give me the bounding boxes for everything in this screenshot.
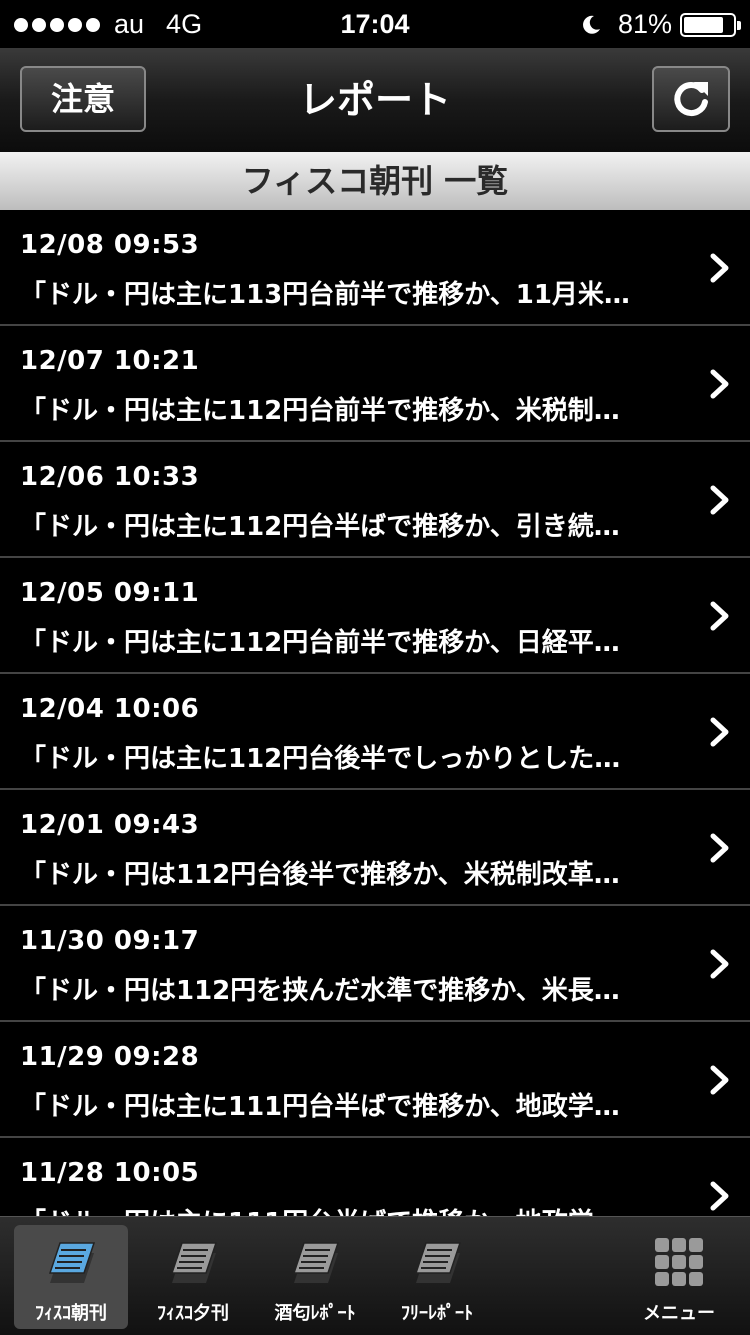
tab-1[interactable]: ﾌｨｽｺ夕刊	[136, 1225, 250, 1329]
chevron-right-icon	[710, 717, 729, 747]
report-title: 「ドル・円は主に112円台後半でしっかりとした…	[20, 744, 621, 774]
report-title: 「ドル・円は112円を挟んだ水準で推移か、米長…	[20, 976, 620, 1006]
report-row[interactable]: 12/05 09:11 「ドル・円は主に112円台前半で推移か、日経平…	[0, 558, 750, 674]
report-title: 「ドル・円は主に112円台前半で推移か、米税制…	[20, 396, 620, 426]
tab-label: メニュー	[643, 1303, 715, 1324]
report-title: 「ドル・円は112円台後半で推移か、米税制改革…	[20, 860, 620, 890]
battery-icon	[680, 12, 741, 37]
tab-label: ﾌﾘｰﾚﾎﾟｰﾄ	[401, 1303, 473, 1324]
report-date: 11/30 09:17	[20, 926, 200, 956]
navigation-bar: レポート 注意	[0, 48, 750, 153]
report-row[interactable]: 11/30 09:17 「ドル・円は112円を挟んだ水準で推移か、米長…	[0, 906, 750, 1022]
newspaper-icon	[48, 1242, 96, 1283]
chevron-right-icon	[710, 369, 729, 399]
status-bar: au 4G 17:04 81%	[0, 0, 750, 48]
chevron-right-icon	[710, 601, 729, 631]
chevron-right-icon	[710, 833, 729, 863]
tab-label: ﾌｨｽｺ朝刊	[35, 1303, 107, 1324]
report-date: 12/04 10:06	[20, 694, 200, 724]
tab-4[interactable]: メニュー	[622, 1225, 736, 1329]
tab-3[interactable]: ﾌﾘｰﾚﾎﾟｰﾄ	[380, 1225, 494, 1329]
refresh-icon	[674, 82, 708, 117]
chevron-right-icon	[710, 949, 729, 979]
chevron-right-icon	[710, 1065, 729, 1095]
tab-label: ﾌｨｽｺ夕刊	[157, 1303, 229, 1324]
chevron-right-icon	[710, 253, 729, 283]
report-row[interactable]: 11/29 09:28 「ドル・円は主に111円台半ばで推移か、地政学…	[0, 1022, 750, 1138]
report-row[interactable]: 12/08 09:53 「ドル・円は主に113円台前半で推移か、11月米…	[0, 210, 750, 326]
report-list: 12/08 09:53 「ドル・円は主に113円台前半で推移か、11月米… 12/0…	[0, 210, 750, 1216]
report-row[interactable]: 12/04 10:06 「ドル・円は主に112円台後半でしっかりとした…	[0, 674, 750, 790]
report-date: 12/08 09:53	[20, 230, 200, 260]
report-date: 12/06 10:33	[20, 462, 200, 492]
report-date: 11/29 09:28	[20, 1042, 200, 1072]
report-title: 「ドル・円は主に111円台半ばで推移か、地政学…	[20, 1202, 670, 1216]
report-date: 11/28 10:05	[20, 1158, 200, 1188]
report-title: 「ドル・円は主に111円台半ばで推移か、地政学…	[20, 1092, 620, 1122]
tab-label: 酒匂ﾚﾎﾟｰﾄ	[274, 1303, 356, 1324]
tab-2[interactable]: 酒匂ﾚﾎﾟｰﾄ	[258, 1225, 372, 1329]
chevron-right-icon	[710, 485, 729, 515]
tab-bar: ﾌｨｽｺ朝刊 ﾌｨｽｺ夕刊 酒匂ﾚﾎﾟｰﾄ ﾌﾘｰﾚﾎﾟｰﾄ メニュー	[0, 1216, 750, 1335]
status-right: 81%	[580, 9, 741, 40]
report-row[interactable]: 12/07 10:21 「ドル・円は主に112円台前半で推移か、米税制…	[0, 326, 750, 442]
caution-button[interactable]: 注意	[20, 66, 146, 132]
newspaper-icon	[414, 1242, 462, 1283]
report-title: 「ドル・円は主に112円台半ばで推移か、引き続…	[20, 512, 620, 542]
refresh-button[interactable]	[652, 66, 730, 132]
chevron-right-icon	[710, 1181, 729, 1211]
newspaper-icon	[292, 1242, 340, 1283]
report-row[interactable]: 12/01 09:43 「ドル・円は112円台後半で推移か、米税制改革…	[0, 790, 750, 906]
report-title: 「ドル・円は主に113円台前半で推移か、11月米…	[20, 280, 630, 310]
report-date: 12/01 09:43	[20, 810, 200, 840]
report-row[interactable]: 11/28 10:05 「ドル・円は主に111円台半ばで推移か、地政学…	[0, 1138, 750, 1216]
report-title: 「ドル・円は主に112円台前半で推移か、日経平…	[20, 628, 620, 658]
do-not-disturb-moon-icon	[583, 15, 600, 34]
battery-percent: 81%	[617, 9, 672, 39]
report-date: 12/07 10:21	[20, 346, 200, 376]
report-row[interactable]: 12/06 10:33 「ドル・円は主に112円台半ばで推移か、引き続…	[0, 442, 750, 558]
tab-0[interactable]: ﾌｨｽｺ朝刊	[14, 1225, 128, 1329]
section-header: フィスコ朝刊 一覧	[0, 152, 750, 210]
report-date: 12/05 09:11	[20, 578, 200, 608]
newspaper-icon	[170, 1242, 218, 1283]
grid-menu-icon	[655, 1238, 703, 1286]
